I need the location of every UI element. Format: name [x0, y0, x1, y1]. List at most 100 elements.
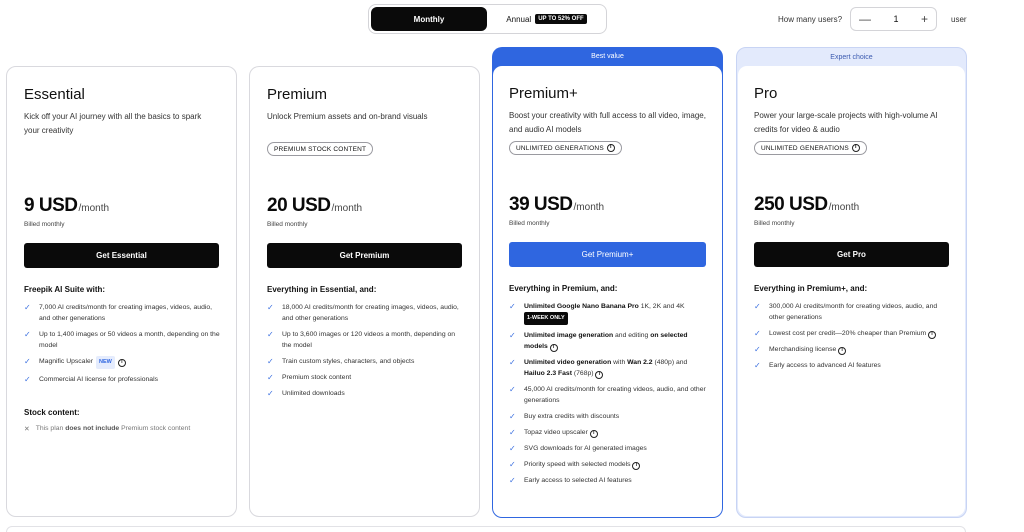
price-row: 250 USD /month [754, 194, 859, 216]
check-icon: ✓ [509, 460, 516, 469]
price-period: /month [828, 202, 860, 213]
plan-name: Premium [267, 86, 328, 103]
check-icon: ✓ [509, 302, 516, 311]
check-icon: ✓ [509, 358, 516, 367]
list-item: ✓ Unlimited image generation and editing … [509, 331, 688, 352]
list-item: ✓ 45,000 AI credits/month for creating vi… [509, 385, 706, 404]
get-pro-button[interactable]: Get Pro [754, 242, 949, 267]
check-icon: ✓ [754, 329, 761, 338]
plan-name: Pro [754, 85, 778, 102]
list-item: ✓ 18,000 AI credits/month for creating im… [267, 303, 459, 322]
price-row: 9 USD /month [24, 195, 109, 217]
plan-card-body: Premium+ Boost your creativity with full… [493, 66, 722, 517]
users-selector: How many users? — 1 + [778, 6, 938, 32]
check-icon: ✓ [24, 357, 31, 366]
check-icon: ✓ [509, 412, 516, 421]
check-icon: ✓ [754, 302, 761, 311]
list-item: ✓ Buy extra credits with discounts [509, 412, 620, 421]
check-icon: ✓ [24, 330, 31, 339]
annual-option[interactable]: Annual UP TO 52% OFF [489, 7, 604, 31]
stock-note: ✕ This plan does not include Premium sto… [24, 425, 191, 433]
annual-label: Annual [506, 14, 532, 24]
get-essential-button[interactable]: Get Essential [24, 243, 219, 268]
unlimited-generations-pill[interactable]: UNLIMITED GENERATIONS i [754, 141, 867, 155]
check-icon: ✓ [267, 389, 274, 398]
check-icon: ✓ [754, 361, 761, 370]
check-icon: ✓ [509, 476, 516, 485]
check-icon: ✓ [267, 373, 274, 382]
plan-description: Power your large-scale projects with hig… [754, 111, 938, 134]
expert-choice-ribbon: Expert choice [830, 54, 873, 61]
list-item: ✓ Magnific Upscaler NEW i [24, 356, 222, 369]
check-icon: ✓ [754, 345, 761, 354]
info-icon[interactable]: i [928, 330, 937, 339]
check-icon: ✓ [267, 357, 274, 366]
get-premium-button[interactable]: Get Premium [267, 243, 462, 268]
plan-card-pro: Expert choice Pro Power your large-scale… [736, 47, 967, 518]
list-item: ✓ Priority speed with selected models i [509, 459, 706, 470]
monthly-option[interactable]: Monthly [371, 7, 487, 31]
x-icon: ✕ [24, 426, 30, 433]
list-item: ✓ Unlimited downloads [267, 389, 345, 398]
users-label: How many users? [778, 14, 843, 24]
plan-name: Premium+ [509, 85, 578, 102]
minus-icon[interactable]: — [859, 13, 871, 25]
plan-price: 39 USD [509, 194, 573, 215]
billing-toggle: Monthly Annual UP TO 52% OFF [368, 4, 607, 34]
get-premium-plus-button[interactable]: Get Premium+ [509, 242, 706, 267]
feature-list: ✓ 300,000 AI credits/month for creating v… [754, 301, 949, 376]
price-period: /month [573, 202, 605, 213]
features-heading: Everything in Premium+, and: [754, 284, 868, 293]
plan-price: 250 USD [754, 194, 828, 215]
check-icon: ✓ [267, 330, 274, 339]
billing-note: Billed monthly [267, 221, 308, 228]
info-icon[interactable]: i [589, 429, 598, 438]
info-icon[interactable]: i [595, 370, 604, 379]
plan-card-premium-plus: Best value Premium+ Boost your creativit… [492, 47, 723, 518]
plan-description: Kick off your AI journey with all the ba… [24, 112, 202, 135]
plan-card-body: Pro Power your large-scale projects with… [738, 66, 965, 516]
plan-description: Boost your creativity with full access t… [509, 111, 706, 134]
price-period: /month [331, 203, 363, 214]
list-item: ✓ Merchandising license i [754, 344, 949, 355]
check-icon: ✓ [267, 303, 274, 312]
plus-icon[interactable]: + [921, 13, 928, 25]
features-heading: Freepik AI Suite with: [24, 285, 106, 294]
discount-badge: UP TO 52% OFF [535, 14, 587, 24]
best-value-ribbon: Best value [591, 53, 624, 60]
price-row: 20 USD /month [267, 195, 362, 217]
info-icon[interactable]: i [632, 461, 641, 470]
monthly-label: Monthly [413, 14, 445, 24]
list-item: ✓ Premium stock content [267, 373, 352, 382]
list-item: ✓ Up to 3,600 images or 120 videos a mont… [267, 330, 456, 349]
check-icon: ✓ [509, 428, 516, 437]
list-item: ✓ Lowest cost per credit—20% cheaper than… [754, 328, 949, 339]
list-item: ✓ SVG downloads for AI generated images [509, 444, 647, 453]
stock-heading: Stock content: [24, 408, 80, 417]
check-icon: ✓ [509, 331, 516, 340]
info-icon[interactable]: i [549, 343, 558, 352]
list-item: ✓ 300,000 AI credits/month for creating v… [754, 302, 938, 321]
plan-price: 9 USD [24, 195, 78, 216]
features-heading: Everything in Premium, and: [509, 284, 618, 293]
premium-stock-pill: PREMIUM STOCK CONTENT [267, 142, 374, 156]
list-item: ✓ 7,000 AI credits/month for creating ima… [24, 303, 213, 322]
unlimited-generations-pill[interactable]: UNLIMITED GENERATIONS i [509, 141, 622, 155]
list-item: ✓ Train custom styles, characters, and ob… [267, 357, 415, 366]
list-item: ✓ Up to 1,400 images or 50 videos a month… [24, 330, 220, 349]
check-icon: ✓ [509, 385, 516, 394]
billing-note: Billed monthly [509, 220, 550, 227]
list-item: ✓ Topaz video upscaler i [509, 427, 706, 438]
list-item: ✓ Unlimited video generation with Wan 2.2… [509, 358, 688, 379]
list-item: ✓ Commercial AI license for professionals [24, 375, 158, 384]
users-stepper: — 1 + [850, 7, 938, 31]
users-count[interactable]: 1 [894, 14, 899, 24]
features-heading: Everything in Essential, and: [267, 285, 377, 294]
feature-list: ✓ 18,000 AI credits/month for creating im… [267, 302, 465, 404]
info-icon[interactable]: i [838, 346, 847, 355]
plan-price: 20 USD [267, 195, 331, 216]
bottom-panel-edge [6, 526, 966, 532]
info-icon[interactable]: i [117, 358, 126, 367]
users-suffix: user [951, 14, 967, 24]
check-icon: ✓ [24, 375, 31, 384]
